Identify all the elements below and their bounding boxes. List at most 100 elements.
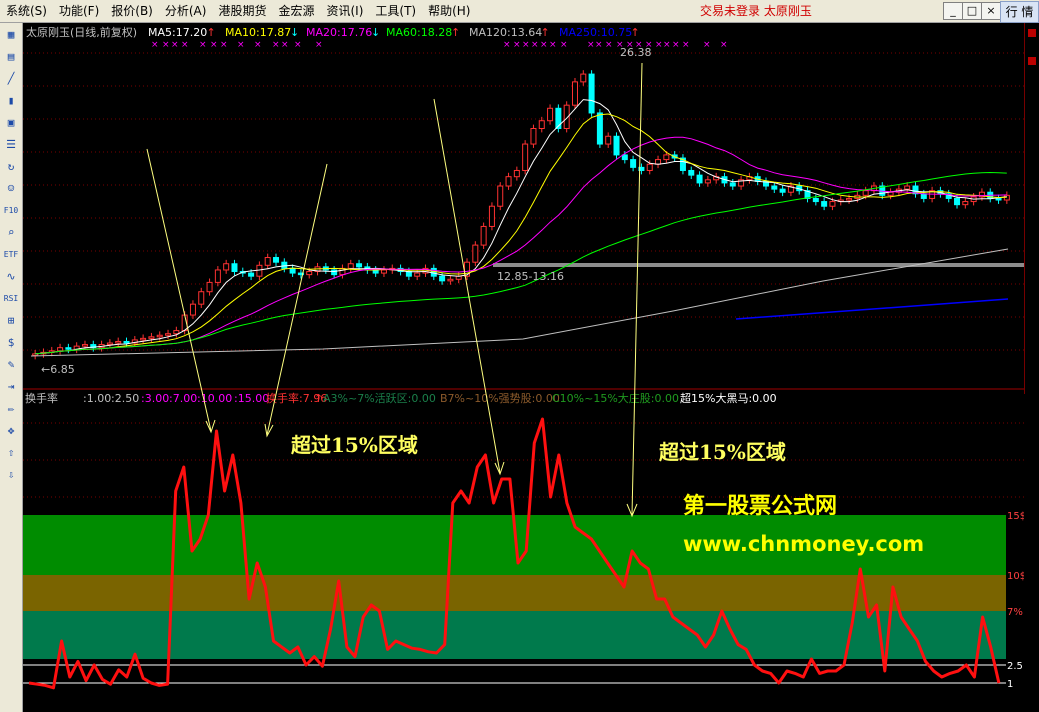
candle-body: [588, 73, 595, 114]
menu-bar: 系统(S) 功能(F) 报价(B) 分析(A) 港股期货 金宏源 资讯(I) 工…: [0, 0, 1039, 23]
candle-body: [339, 267, 346, 276]
candle-body: [65, 347, 72, 350]
candle-body: [596, 112, 603, 145]
candle-body: [264, 257, 271, 266]
quote-tab[interactable]: 行 情: [1000, 1, 1039, 23]
candle-body: [165, 333, 172, 336]
candle-body: [663, 154, 670, 161]
rsi-icon[interactable]: RSI: [3, 291, 19, 307]
pencil-icon[interactable]: ✏: [3, 401, 19, 417]
signal-marker: ×: [549, 40, 557, 50]
ma-legend-item: MA10:17.87: [225, 26, 291, 39]
candle-body: [115, 340, 122, 344]
candle-body: [306, 271, 313, 276]
candle-body: [206, 281, 213, 293]
ma-trend-arrow: ↓: [371, 26, 380, 39]
candle-body: [655, 159, 662, 165]
line-chart-icon[interactable]: ╱: [3, 71, 19, 87]
candle-body: [571, 81, 578, 106]
menu-analysis[interactable]: 分析(A): [159, 0, 213, 22]
move-icon[interactable]: ✥: [3, 423, 19, 439]
candle-body: [140, 337, 147, 341]
candle-body: [57, 347, 64, 352]
down-arrow-icon[interactable]: ⇩: [3, 467, 19, 483]
ma-legend-item: MA120:13.64: [469, 26, 542, 39]
export-icon[interactable]: ⇥: [3, 379, 19, 395]
signal-marker: ×: [655, 40, 663, 50]
turnover-header-item: :7.00: [169, 392, 197, 405]
menu-hk-futures[interactable]: 港股期货: [212, 0, 272, 22]
ma-legend-item: MA250:10.75: [559, 26, 632, 39]
candle-body: [414, 272, 421, 277]
list-icon[interactable]: ☰: [3, 137, 19, 153]
calc-icon[interactable]: ⊞: [3, 313, 19, 329]
etf-icon[interactable]: ETF: [3, 247, 19, 263]
candle-body: [380, 269, 387, 274]
low-price-label: ←6.85: [41, 363, 75, 376]
maximize-button[interactable]: □: [962, 2, 982, 20]
candle-body: [704, 179, 711, 184]
signal-marker: ×: [540, 40, 548, 50]
people-icon[interactable]: ☺: [3, 181, 19, 197]
candle-body: [81, 344, 88, 347]
candle-body: [472, 244, 479, 263]
turnover-header-item: :15.00: [234, 392, 269, 405]
menu-function[interactable]: 功能(F): [53, 0, 105, 22]
candle-body: [497, 185, 504, 207]
turnover-header-item: C10%~15%大庄股:0.00: [552, 391, 679, 405]
candle-body: [771, 185, 778, 190]
candle-body: [729, 182, 736, 187]
candle-body: [605, 135, 612, 145]
candle-body: [223, 263, 230, 271]
menu-tools[interactable]: 工具(T): [369, 0, 422, 22]
candle-body: [846, 197, 853, 201]
candle-body: [148, 336, 155, 339]
window-icon[interactable]: ▣: [3, 115, 19, 131]
candle-body: [887, 191, 894, 196]
candle-body: [821, 201, 828, 207]
candle-body: [920, 193, 927, 199]
signal-marker: ×: [522, 40, 530, 50]
watermark-url: www.chnmoney.com: [683, 532, 924, 556]
menu-system[interactable]: 系统(S): [0, 0, 53, 22]
f10-icon[interactable]: F10: [3, 203, 19, 219]
trade-status-text: 交易未登录 太原刚玉: [700, 4, 812, 18]
candle-chart-icon[interactable]: ▮: [3, 93, 19, 109]
menu-quote[interactable]: 报价(B): [105, 0, 159, 22]
signal-marker: ×: [210, 40, 218, 50]
dollar-icon[interactable]: $: [3, 335, 19, 351]
wrench-icon[interactable]: ✎: [3, 357, 19, 373]
turnover-axis-label: 2.5: [1007, 661, 1023, 672]
signal-marker: ×: [663, 40, 671, 50]
candle-body: [688, 169, 695, 176]
candle-body: [954, 197, 961, 206]
candle-body: [248, 272, 255, 277]
signal-marker: ×: [513, 40, 521, 50]
candle-body: [904, 185, 911, 190]
menu-info[interactable]: 资讯(I): [320, 0, 369, 22]
candle-body: [621, 154, 628, 161]
refresh-icon[interactable]: ↻: [3, 159, 19, 175]
ma-trend-arrow: ↑: [451, 26, 460, 39]
menu-help[interactable]: 帮助(H): [422, 0, 476, 22]
candle-body: [273, 257, 279, 263]
signal-marker: ×: [682, 40, 690, 50]
search-icon[interactable]: ⌕: [3, 225, 19, 241]
signal-marker: ×: [672, 40, 680, 50]
grid-icon[interactable]: ▦: [3, 27, 19, 43]
signal-marker: ×: [294, 40, 302, 50]
wave-icon[interactable]: ∿: [3, 269, 19, 285]
candle-body: [538, 120, 545, 129]
candle-body: [439, 275, 446, 282]
minimize-button[interactable]: _: [943, 2, 963, 20]
candle-body: [505, 176, 512, 187]
candle-body: [530, 128, 537, 145]
close-button[interactable]: ×: [981, 2, 1001, 20]
table-icon[interactable]: ▤: [3, 49, 19, 65]
candle-body: [347, 263, 354, 269]
menu-jinhongyuan[interactable]: 金宏源: [272, 0, 320, 22]
right-scroll-strip[interactable]: [1024, 23, 1039, 394]
stock-chart[interactable]: × × × × × × × × × × × × × × × × × × × × × × × × × × × × × × × × × 太原刚玉(日…: [23, 23, 1024, 712]
up-arrow-icon[interactable]: ⇧: [3, 445, 19, 461]
candle-body: [331, 269, 338, 276]
